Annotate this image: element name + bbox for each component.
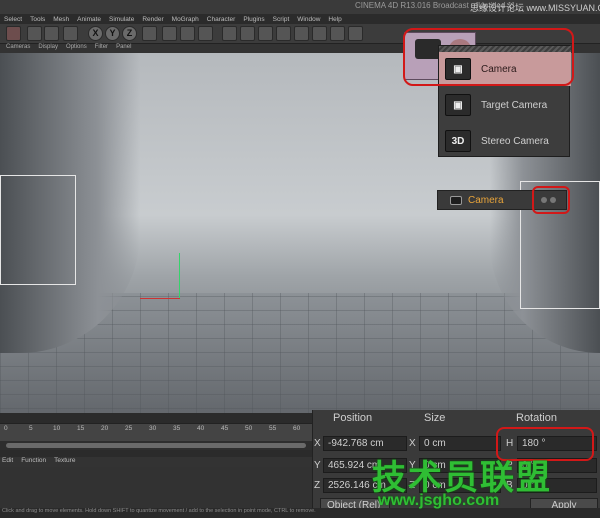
menu-item-label: Target Camera xyxy=(481,99,548,111)
position-x-field[interactable]: -942.768 cm xyxy=(323,436,407,451)
menu-item-label: Stereo Camera xyxy=(481,135,549,147)
pen-icon[interactable] xyxy=(240,26,255,41)
light-icon[interactable] xyxy=(348,26,363,41)
menu-mesh[interactable]: Mesh xyxy=(53,16,69,23)
menu-item-stereo-camera[interactable]: 3D Stereo Camera xyxy=(439,124,571,158)
material-menu-edit[interactable]: Edit xyxy=(2,457,13,467)
watermark-url: www.jsgho.com xyxy=(378,492,500,509)
material-manager-menu: Edit Function Texture xyxy=(0,457,312,467)
axis-label: Z xyxy=(314,480,321,491)
y-axis-lock-button[interactable]: Y xyxy=(105,26,120,41)
x-axis-lock-button[interactable]: X xyxy=(88,26,103,41)
menu-script[interactable]: Script xyxy=(273,16,290,23)
x-axis-gizmo[interactable] xyxy=(140,298,180,299)
rotate-tool-icon[interactable] xyxy=(44,26,59,41)
viewport-menu-panel[interactable]: Panel xyxy=(116,44,131,53)
camera-icon xyxy=(450,195,462,205)
cube-icon[interactable] xyxy=(222,26,237,41)
menu-mograph[interactable]: MoGraph xyxy=(172,16,199,23)
timeline-tick: 20 xyxy=(101,425,109,432)
timeline-tick: 45 xyxy=(221,425,229,432)
menu-render[interactable]: Render xyxy=(142,16,163,23)
menu-select[interactable]: Select xyxy=(4,16,22,23)
timeline-tick: 10 xyxy=(53,425,61,432)
title-bar: CINEMA 4D R13.016 Broadcast - [Untitled … xyxy=(0,0,600,14)
position-header: Position xyxy=(333,412,373,424)
array-icon[interactable] xyxy=(276,26,291,41)
y-axis-gizmo[interactable] xyxy=(179,253,180,298)
coordinate-system-icon[interactable] xyxy=(142,26,157,41)
light-frame-left xyxy=(0,175,76,285)
viewport-menu-display[interactable]: Display xyxy=(38,44,58,53)
timeline-scrollbar[interactable] xyxy=(0,441,312,450)
target-camera-icon: ▣ xyxy=(445,94,471,116)
timeline-ruler[interactable]: 0 5 10 15 20 25 30 35 40 45 50 55 60 xyxy=(0,423,312,441)
site-watermark: 思缘设计论坛 www.MISSYUAN.COM xyxy=(470,3,600,13)
viewport-menu-options[interactable]: Options xyxy=(66,44,87,53)
render-picture-icon[interactable] xyxy=(180,26,195,41)
add-tool-icon[interactable] xyxy=(63,26,78,41)
timeline-tick: 15 xyxy=(77,425,85,432)
menu-window[interactable]: Window xyxy=(297,16,320,23)
timeline-tick: 35 xyxy=(173,425,181,432)
menu-character[interactable]: Character xyxy=(207,16,236,23)
menu-help[interactable]: Help xyxy=(328,16,341,23)
axis-label: Y xyxy=(314,460,321,471)
timeline-tick: 40 xyxy=(197,425,205,432)
subdivision-icon[interactable] xyxy=(258,26,273,41)
timeline-tick: 60 xyxy=(293,425,301,432)
scale-tool-icon[interactable] xyxy=(27,26,42,41)
material-manager[interactable] xyxy=(0,467,312,508)
highlight-annotation xyxy=(403,28,574,86)
axis-label: X xyxy=(409,438,416,449)
timeline-tick: 55 xyxy=(269,425,277,432)
highlight-annotation xyxy=(532,186,570,214)
material-menu-function[interactable]: Function xyxy=(21,457,46,467)
menu-animate[interactable]: Animate xyxy=(77,16,101,23)
stereo-camera-icon: 3D xyxy=(445,130,471,152)
z-axis-lock-button[interactable]: Z xyxy=(122,26,137,41)
menu-item-target-camera[interactable]: ▣ Target Camera xyxy=(439,88,571,122)
material-menu-texture[interactable]: Texture xyxy=(54,457,75,467)
render-view-icon[interactable] xyxy=(162,26,177,41)
menu-bar: Select Tools Mesh Animate Simulate Rende… xyxy=(0,14,600,24)
viewport-menu-filter[interactable]: Filter xyxy=(95,44,108,53)
menu-simulate[interactable]: Simulate xyxy=(109,16,134,23)
render-settings-icon[interactable] xyxy=(198,26,213,41)
timeline-tick: 5 xyxy=(29,425,33,432)
status-bar: Click and drag to move elements. Hold do… xyxy=(0,508,600,518)
deformer-icon[interactable] xyxy=(294,26,309,41)
timeline-tick: 0 xyxy=(4,425,8,432)
timeline-tick: 25 xyxy=(125,425,133,432)
scrollbar-thumb[interactable] xyxy=(6,443,306,448)
move-tool-icon[interactable] xyxy=(6,26,21,41)
timeline-tick: 50 xyxy=(245,425,253,432)
viewport-menu-cameras[interactable]: Cameras xyxy=(6,44,30,53)
floor-icon[interactable] xyxy=(312,26,327,41)
size-x-field[interactable]: 0 cm xyxy=(419,436,501,451)
timeline-tick: 30 xyxy=(149,425,157,432)
size-header: Size xyxy=(424,412,446,424)
camera-tool-icon[interactable] xyxy=(330,26,345,41)
rotation-header: Rotation xyxy=(516,412,557,424)
axis-label: X xyxy=(314,438,321,449)
object-name: Camera xyxy=(468,194,504,206)
menu-tools[interactable]: Tools xyxy=(30,16,45,23)
menu-plugins[interactable]: Plugins xyxy=(243,16,264,23)
